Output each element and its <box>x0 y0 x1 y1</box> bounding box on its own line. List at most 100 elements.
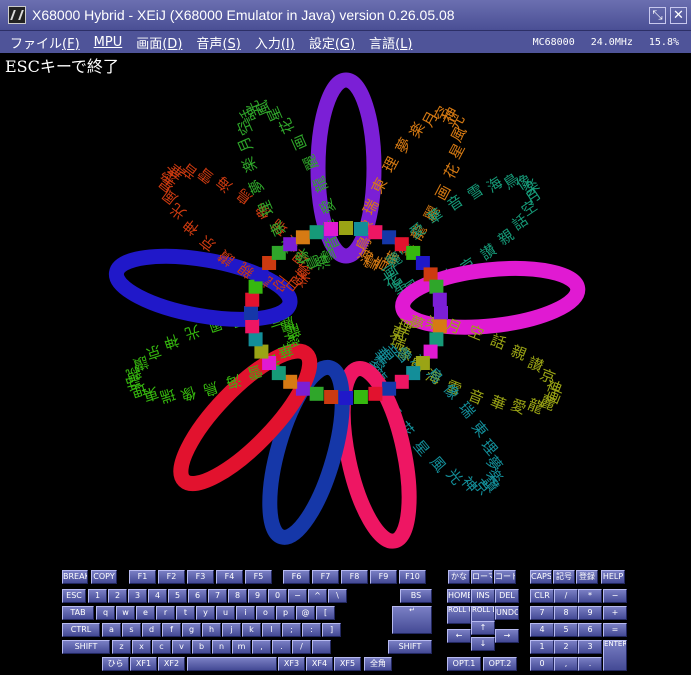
key-f[interactable]: f <box>162 623 181 637</box>
key-←[interactable]: ← <box>447 629 471 643</box>
key-z[interactable]: z <box>112 640 131 654</box>
key-1[interactable]: 1 <box>88 589 107 603</box>
key-enter[interactable]: ENTER <box>603 640 627 671</box>
key-登録[interactable]: 登録 <box>576 570 598 584</box>
restore-icon[interactable]: ⤡ <box>649 6 666 24</box>
key-xf3[interactable]: XF3 <box>278 657 305 671</box>
key-shift[interactable]: SHIFT <box>62 640 110 654</box>
key-f9[interactable]: F9 <box>370 570 397 584</box>
key-f8[interactable]: F8 <box>341 570 368 584</box>
key-xf2[interactable]: XF2 <box>158 657 185 671</box>
key-f1[interactable]: F1 <box>129 570 156 584</box>
key-f3[interactable]: F3 <box>187 570 214 584</box>
key-↑[interactable]: ↑ <box>471 621 495 635</box>
key-3[interactable]: 3 <box>578 640 602 654</box>
key-5[interactable]: 5 <box>168 589 187 603</box>
key-d[interactable]: d <box>142 623 161 637</box>
key-.[interactable]: . <box>578 657 602 671</box>
key-m[interactable]: m <box>232 640 251 654</box>
key-ctrl[interactable]: CTRL <box>62 623 100 637</box>
key-copy[interactable]: COPY <box>91 570 117 584</box>
key-f2[interactable]: F2 <box>158 570 185 584</box>
key-w[interactable]: w <box>116 606 135 620</box>
key-^[interactable]: ^ <box>308 589 327 603</box>
key-0[interactable]: 0 <box>530 657 554 671</box>
key-8[interactable]: 8 <box>554 606 578 620</box>
key-9[interactable]: 9 <box>578 606 602 620</box>
key-xf1[interactable]: XF1 <box>130 657 157 671</box>
key-*[interactable]: * <box>578 589 602 603</box>
key-記号[interactable]: 記号 <box>553 570 575 584</box>
key-o[interactable]: o <box>256 606 275 620</box>
key-↓[interactable]: ↓ <box>471 637 495 651</box>
key-help[interactable]: HELP <box>601 570 625 584</box>
key-7[interactable]: 7 <box>208 589 227 603</box>
key-2[interactable]: 2 <box>554 640 578 654</box>
key-f10[interactable]: F10 <box>399 570 426 584</box>
key-6[interactable]: 6 <box>578 623 602 637</box>
menu-sound[interactable]: 音声(S) <box>196 33 240 52</box>
menu-display[interactable]: 画面(D) <box>136 33 182 52</box>
key-j[interactable]: j <box>222 623 241 637</box>
key-break[interactable]: BREAK <box>62 570 88 584</box>
key-f4[interactable]: F4 <box>216 570 243 584</box>
key-h[interactable]: h <box>202 623 221 637</box>
key-q[interactable]: q <box>96 606 115 620</box>
key-xf4[interactable]: XF4 <box>306 657 333 671</box>
key-del[interactable]: DEL <box>495 589 519 603</box>
key-t[interactable]: t <box>176 606 195 620</box>
key-ローマ[interactable]: ローマ <box>471 570 493 584</box>
key-+[interactable]: + <box>603 606 627 620</box>
key-5[interactable]: 5 <box>554 623 578 637</box>
key-9[interactable]: 9 <box>248 589 267 603</box>
key-\[interactable]: \ <box>328 589 347 603</box>
key-undo[interactable]: UNDO <box>495 606 519 620</box>
key-blank[interactable] <box>312 640 331 654</box>
key-x[interactable]: x <box>132 640 151 654</box>
key-1[interactable]: 1 <box>530 640 554 654</box>
key-caps[interactable]: CAPS <box>530 570 552 584</box>
key-p[interactable]: p <box>276 606 295 620</box>
key-opt.2[interactable]: OPT.2 <box>483 657 517 671</box>
key-,[interactable]: , <box>252 640 271 654</box>
key-blank[interactable] <box>187 657 277 671</box>
key-0[interactable]: 0 <box>268 589 287 603</box>
key-@[interactable]: @ <box>296 606 315 620</box>
key-4[interactable]: 4 <box>148 589 167 603</box>
key-s[interactable]: s <box>122 623 141 637</box>
key-shift[interactable]: SHIFT <box>388 640 432 654</box>
key-−[interactable]: − <box>288 589 307 603</box>
key-e[interactable]: e <box>136 606 155 620</box>
key-6[interactable]: 6 <box>188 589 207 603</box>
key-↵[interactable]: ↵ <box>392 606 432 634</box>
key-;[interactable]: ; <box>282 623 301 637</box>
key-k[interactable]: k <box>242 623 261 637</box>
menu-file[interactable]: ファイル(F) <box>10 33 80 52</box>
close-icon[interactable]: ✕ <box>670 6 687 24</box>
key-c[interactable]: c <box>152 640 171 654</box>
key-l[interactable]: l <box>262 623 281 637</box>
key-f5[interactable]: F5 <box>245 570 272 584</box>
key-4[interactable]: 4 <box>530 623 554 637</box>
key-f6[interactable]: F6 <box>283 570 310 584</box>
key-i[interactable]: i <box>236 606 255 620</box>
key-opt.1[interactable]: OPT.1 <box>447 657 481 671</box>
key-ins[interactable]: INS <box>471 589 495 603</box>
key-コード[interactable]: コード <box>494 570 516 584</box>
key-−[interactable]: − <box>603 589 627 603</box>
key-v[interactable]: v <box>172 640 191 654</box>
key-=[interactable]: = <box>603 623 627 637</box>
key-n[interactable]: n <box>212 640 231 654</box>
key-7[interactable]: 7 <box>530 606 554 620</box>
key-全角[interactable]: 全角 <box>364 657 392 671</box>
menu-mpu[interactable]: MPU <box>94 35 123 50</box>
key-3[interactable]: 3 <box>128 589 147 603</box>
menu-language[interactable]: 言語(L) <box>369 33 412 52</box>
key-.[interactable]: . <box>272 640 291 654</box>
key-r[interactable]: r <box>156 606 175 620</box>
key-ひら[interactable]: ひら <box>102 657 129 671</box>
key-clr[interactable]: CLR <box>530 589 554 603</box>
key-tab[interactable]: TAB <box>62 606 94 620</box>
key-esc[interactable]: ESC <box>62 589 86 603</box>
key-u[interactable]: u <box>216 606 235 620</box>
